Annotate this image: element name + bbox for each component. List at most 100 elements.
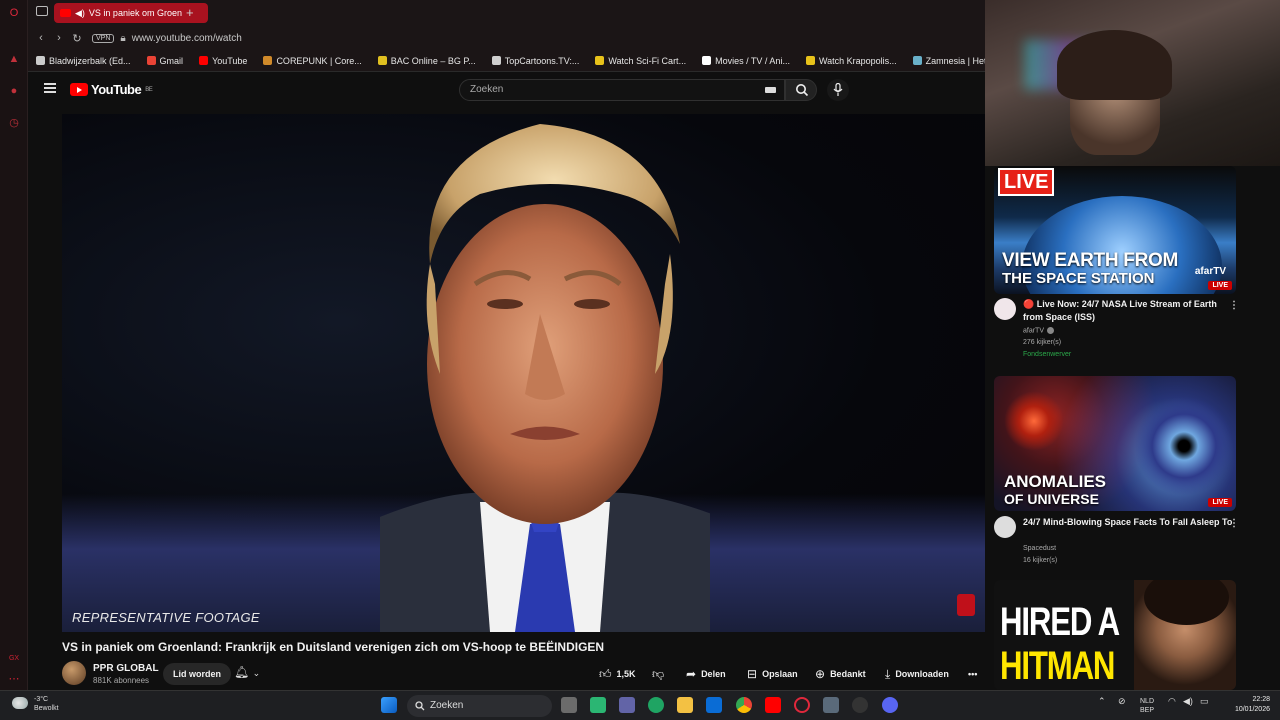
download-button[interactable]: ⤓ Downloaden (885, 663, 949, 685)
opera-logo-icon[interactable]: O (7, 6, 21, 20)
bookmark-favicon-icon (36, 56, 45, 65)
messenger-icon[interactable]: ● (7, 84, 21, 98)
history-icon[interactable]: ◷ (7, 116, 21, 130)
discord-icon[interactable] (882, 697, 898, 713)
chrome-icon[interactable] (736, 697, 752, 713)
calculator-icon[interactable] (823, 697, 839, 713)
channel-avatar[interactable] (62, 661, 86, 685)
dislike-button[interactable]: 👎︎ (652, 663, 664, 685)
kebab-menu-icon[interactable]: ⋮ (1229, 518, 1239, 529)
url-field[interactable]: www.youtube.com/watch (132, 33, 242, 44)
file-explorer-icon[interactable] (677, 697, 693, 713)
bookmark-favicon-icon (146, 56, 156, 65)
bookmark-label: BAC Online – BG P... (390, 55, 476, 66)
teams-icon[interactable] (619, 697, 635, 713)
channel-avatar[interactable] (994, 298, 1016, 320)
region-code: BE (145, 86, 153, 93)
language-code: NLD (1140, 698, 1155, 705)
recommendation-channel[interactable]: afarTV (1023, 327, 1055, 334)
youtube-logo[interactable]: YouTube BE (70, 82, 153, 97)
bookmark-favicon-icon (491, 56, 501, 65)
bookmark-item[interactable]: BAC Online – BG P... (370, 56, 484, 66)
store-icon[interactable] (590, 697, 606, 713)
more-icon[interactable]: ⋯ (7, 672, 21, 686)
steam-icon[interactable] (852, 697, 868, 713)
keyboard-layout: BEP (1140, 707, 1155, 714)
gx-icon[interactable]: GX (7, 652, 21, 666)
bookmark-label: TopCartoons.TV:... (504, 55, 580, 66)
tab-active[interactable]: ◀) VS in paniek om Groen (54, 3, 208, 23)
taskbar-search[interactable]: Zoeken (407, 695, 552, 717)
wifi-icon[interactable]: ◠ (1168, 697, 1176, 706)
thumbnail-brand: afarTV (1194, 266, 1226, 277)
battery-icon[interactable]: ▭ (1200, 697, 1209, 706)
lock-icon[interactable]: 🔒︎ (120, 33, 125, 44)
menu-icon[interactable] (44, 83, 56, 93)
save-button[interactable]: ⊟ Opslaan (747, 663, 798, 685)
youtube-app-icon[interactable] (765, 697, 781, 713)
bookmark-label: Watch Sci-Fi Cart... (608, 55, 687, 66)
recommendation-channel[interactable]: Spacedust (1023, 545, 1056, 552)
bookmark-item[interactable]: Watch Sci-Fi Cart... (587, 56, 694, 66)
channel-name[interactable]: PPR GLOBAL (93, 663, 159, 674)
new-tab-button[interactable]: + (186, 5, 194, 20)
search-icon (796, 84, 809, 97)
clock[interactable]: 22:28 10/01/2026 (1226, 695, 1270, 715)
recommendation-thumbnail[interactable]: LIVE VIEW EARTH FROM THE SPACE STATION a… (994, 166, 1236, 294)
opera-gx-icon[interactable] (794, 697, 810, 713)
search-button[interactable] (785, 79, 817, 101)
edge-icon[interactable] (648, 697, 664, 713)
bookmark-item[interactable]: COREPUNK | Core... (255, 56, 369, 66)
bookmark-item[interactable]: Zamnesia | Het Be... (905, 56, 985, 66)
kebab-menu-icon[interactable]: ⋮ (1229, 300, 1239, 311)
tray-overflow-icon[interactable]: ⌃ (1098, 697, 1106, 706)
aria-icon[interactable]: ▲ (7, 52, 21, 66)
thumbs-up-icon: 👍︎ (599, 667, 612, 681)
speaker-icon[interactable]: ◀) (75, 8, 85, 19)
windows-start-icon[interactable] (381, 697, 397, 713)
search-input[interactable]: Zoeken (459, 79, 785, 101)
share-button[interactable]: ➦ Delen (686, 663, 726, 685)
weather-status: Bewolkt (34, 705, 59, 712)
join-button[interactable]: Lid worden (163, 663, 231, 685)
reload-icon[interactable]: ↻ (68, 32, 86, 45)
channel-avatar[interactable] (994, 516, 1016, 538)
bookmark-favicon-icon (595, 56, 605, 65)
thanks-button[interactable]: ⊕ Bedankt (815, 663, 866, 685)
keyboard-icon[interactable] (765, 87, 776, 93)
like-button[interactable]: 👍︎ 1,5K (599, 663, 636, 685)
video-overlay-caption: REPRESENTATIVE FOOTAGE (72, 610, 260, 625)
verified-icon (1047, 327, 1055, 334)
volume-icon[interactable]: ◀) (1183, 697, 1193, 706)
outlook-icon[interactable] (706, 697, 722, 713)
video-player[interactable]: REPRESENTATIVE FOOTAGE (62, 114, 985, 632)
fundraiser-label: Fondsenwerver (1023, 351, 1072, 358)
viewer-count: 276 kijker(s) (1023, 339, 1062, 346)
bookmark-favicon-icon (702, 56, 712, 65)
voice-search-button[interactable] (827, 79, 849, 101)
back-icon[interactable]: ‹ (32, 32, 50, 44)
taskbar: -3°C Bewolkt Zoeken ⌃ ⊘ NLD BEP ◠ ◀) ▭ 22:… (0, 690, 1280, 720)
more-actions-button[interactable]: ••• (968, 663, 977, 685)
tray-app-icon[interactable]: ⊘ (1118, 697, 1126, 706)
recommendation-thumbnail[interactable]: ANOMALIES OF UNIVERSE LIVE (994, 376, 1236, 511)
recommendation-thumbnail[interactable]: HIRED A HITMAN (994, 580, 1236, 690)
language-indicator[interactable]: NLD BEP (1140, 697, 1154, 715)
bookmark-item[interactable]: YouTube (191, 56, 255, 66)
thanks-label: Bedankt (830, 669, 866, 679)
bell-icon: 🔔︎ (234, 665, 250, 679)
bookmark-item[interactable]: Movies / TV / Ani... (694, 56, 798, 66)
thumbnail-caption: HITMAN (1000, 644, 1115, 688)
bookmark-item[interactable]: TopCartoons.TV:... (484, 56, 588, 66)
thanks-icon: ⊕ (815, 667, 826, 681)
bookmark-item[interactable]: Bladwijzerbalk (Ed... (28, 56, 139, 66)
recommendation-title[interactable]: 🔴 Live Now: 24/7 NASA Live Stream of Ear… (1023, 298, 1233, 324)
notification-bell-button[interactable]: 🔔︎ ⌄ (234, 665, 260, 679)
recommendation-title[interactable]: 24/7 Mind-Blowing Space Facts To Fall As… (1023, 516, 1233, 529)
vpn-badge[interactable]: VPN (92, 33, 115, 43)
bookmark-item[interactable]: Watch Krapopolis... (798, 56, 905, 66)
tab-manager-icon[interactable] (36, 6, 48, 16)
forward-icon[interactable]: › (50, 32, 68, 44)
bookmark-item[interactable]: Gmail (139, 56, 192, 66)
task-view-icon[interactable] (561, 697, 577, 713)
